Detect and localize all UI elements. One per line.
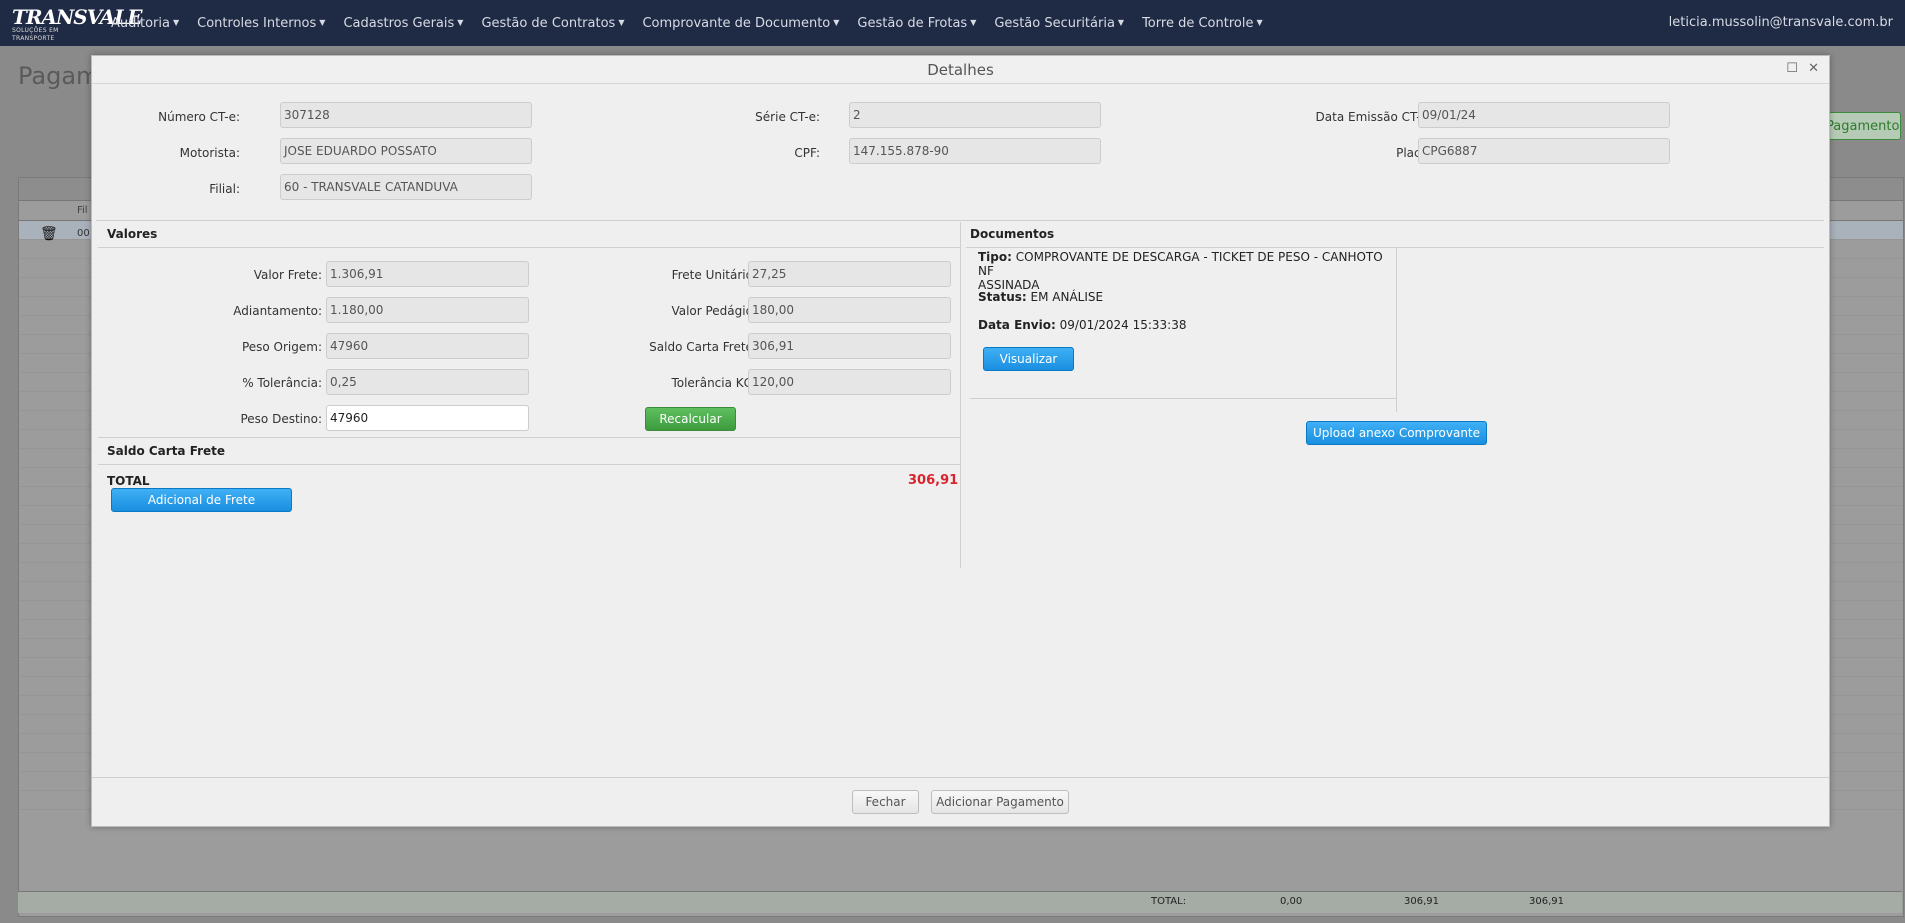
tolerancia-kg-label: Tolerância KG: — [671, 376, 757, 390]
adiantamento-label: Adiantamento: — [233, 304, 322, 318]
menu-gestao-frotas[interactable]: Gestão de Frotas ▼ — [848, 0, 985, 46]
caret-down-icon: ▼ — [1256, 18, 1263, 27]
data-emissao-label: Data Emissão CT-e: — [1315, 110, 1432, 124]
section-divider — [96, 220, 1824, 221]
valores-title: Valores — [107, 227, 158, 241]
main-menu: Auditoria ▼ Controles Internos ▼ Cadastros… — [102, 0, 1272, 46]
background-pagamento-button: Pagamento — [1825, 112, 1901, 140]
close-icon[interactable]: ✕ — [1808, 61, 1819, 76]
recalcular-button[interactable]: Recalcular — [645, 407, 736, 431]
status-value: EM ANÁLISE — [1030, 290, 1104, 304]
adiantamento-field[interactable]: 1.180,00 — [326, 297, 529, 323]
documentos-title-divider — [966, 247, 1824, 248]
menu-controles-internos[interactable]: Controles Internos ▼ — [188, 0, 334, 46]
data-envio-value: 09/01/2024 15:33:38 — [1059, 318, 1187, 332]
serie-cte-field[interactable]: 2 — [849, 102, 1101, 128]
filial-field[interactable]: 60 - TRANSVALE CATANDUVA — [280, 174, 532, 200]
menu-torre-controle[interactable]: Torre de Controle ▼ — [1133, 0, 1272, 46]
saldo-carta-field[interactable]: 306,91 — [748, 333, 951, 359]
modal-title: Detalhes — [92, 56, 1829, 84]
total-label: TOTAL: — [1151, 896, 1187, 907]
filial-label: Filial: — [209, 182, 240, 196]
data-emissao-field[interactable]: 09/01/24 — [1418, 102, 1670, 128]
peso-origem-label: Peso Origem: — [241, 340, 322, 354]
tolerancia-pct-field[interactable]: 0,25 — [326, 369, 529, 395]
background-total-row: TOTAL: 0,00 306,91 306,91 — [18, 891, 1902, 913]
top-navbar: TRANSVALE SOLUÇÕES EM TRANSPORTE Auditor… — [0, 0, 1905, 46]
cpf-label: CPF: — [794, 146, 820, 160]
adicional-frete-button[interactable]: Adicional de Frete — [111, 488, 292, 512]
frete-unitario-label: Frete Unitário: — [671, 268, 757, 282]
upload-comprovante-button[interactable]: Upload anexo Comprovante — [1306, 421, 1487, 445]
cpf-field[interactable]: 147.155.878-90 — [849, 138, 1101, 164]
valores-title-divider — [98, 247, 960, 248]
serie-cte-label: Série CT-e: — [755, 110, 820, 124]
tolerancia-kg-field[interactable]: 120,00 — [748, 369, 951, 395]
valor-pedagio-label: Valor Pedágio: — [671, 304, 757, 318]
tipo-label: Tipo: — [978, 250, 1012, 264]
peso-destino-input[interactable]: 47960 — [326, 405, 529, 431]
tolerancia-pct-label: % Tolerância: — [242, 376, 322, 390]
valor-frete-field[interactable]: 1.306,91 — [326, 261, 529, 287]
logo-text: TRANSVALE — [12, 5, 143, 29]
adicionar-pagamento-button[interactable]: Adicionar Pagamento — [931, 790, 1069, 814]
tipo-value-line1: COMPROVANTE DE DESCARGA - TICKET DE PESO… — [978, 250, 1383, 278]
valor-frete-label: Valor Frete: — [253, 268, 322, 282]
caret-down-icon: ▼ — [457, 18, 464, 27]
logo-subtext: SOLUÇÕES EM TRANSPORTE — [12, 27, 59, 42]
frete-unitario-field[interactable]: 27,25 — [748, 261, 951, 287]
caret-down-icon: ▼ — [1117, 18, 1125, 27]
detalhes-modal: Detalhes ☐ ✕ Número CT-e: 307128 Série C… — [91, 55, 1830, 827]
saldo-divider-bottom — [98, 464, 960, 465]
tipo-text: Tipo: COMPROVANTE DE DESCARGA - TICKET D… — [978, 250, 1388, 292]
numero-cte-field[interactable]: 307128 — [280, 102, 532, 128]
footer-divider — [92, 777, 1829, 778]
documentos-title: Documentos — [970, 227, 1055, 241]
placa-label: Placa: — [1396, 146, 1432, 160]
row-code: 00 — [77, 228, 90, 239]
caret-down-icon: ▼ — [172, 18, 180, 27]
transvale-logo[interactable]: TRANSVALE SOLUÇÕES EM TRANSPORTE — [12, 5, 143, 42]
caret-down-icon: ▼ — [319, 18, 326, 27]
documentos-column-divider — [1396, 248, 1397, 412]
saldo-carta-label: Saldo Carta Frete: — [649, 340, 757, 354]
motorista-field[interactable]: JOSE EDUARDO POSSATO — [280, 138, 532, 164]
valor-pedagio-field[interactable]: 180,00 — [748, 297, 951, 323]
window-controls: ☐ ✕ — [1780, 61, 1819, 76]
status-text: Status: EM ANÁLISE — [978, 290, 1103, 304]
user-menu[interactable]: leticia.mussolin@transvale.com.br — [1669, 0, 1893, 46]
status-label: Status: — [978, 290, 1027, 304]
fechar-button[interactable]: Fechar — [852, 790, 919, 814]
visualizar-button[interactable]: Visualizar — [983, 347, 1074, 371]
total-label: TOTAL — [107, 474, 150, 488]
motorista-label: Motorista: — [179, 146, 240, 160]
column-divider — [960, 222, 961, 568]
menu-auditoria[interactable]: Auditoria ▼ — [102, 0, 188, 46]
caret-down-icon: ▼ — [833, 18, 840, 27]
placa-field[interactable]: CPG6887 — [1418, 138, 1670, 164]
document-item-divider — [970, 398, 1396, 399]
trash-icon: 🗑 — [40, 226, 58, 242]
peso-destino-label: Peso Destino: — [240, 412, 322, 426]
numero-cte-label: Número CT-e: — [158, 110, 240, 124]
saldo-title: Saldo Carta Frete — [107, 444, 226, 458]
menu-gestao-securitaria[interactable]: Gestão Securitária ▼ — [985, 0, 1133, 46]
menu-cadastros-gerais[interactable]: Cadastros Gerais ▼ — [334, 0, 472, 46]
caret-down-icon: ▼ — [970, 18, 977, 27]
data-envio-text: Data Envio: 09/01/2024 15:33:38 — [978, 318, 1187, 332]
total-value-3: 306,91 — [1529, 896, 1564, 907]
data-envio-label: Data Envio: — [978, 318, 1056, 332]
menu-comprovante-documento[interactable]: Comprovante de Documento ▼ — [633, 0, 848, 46]
total-value-2: 306,91 — [1404, 896, 1439, 907]
maximize-icon[interactable]: ☐ — [1786, 61, 1798, 76]
menu-gestao-contratos[interactable]: Gestão de Contratos ▼ — [472, 0, 633, 46]
caret-down-icon: ▼ — [618, 18, 625, 27]
total-value: 306,91 — [908, 473, 959, 488]
peso-origem-field[interactable]: 47960 — [326, 333, 529, 359]
saldo-divider-top — [98, 437, 960, 438]
total-value-1: 0,00 — [1280, 896, 1303, 907]
